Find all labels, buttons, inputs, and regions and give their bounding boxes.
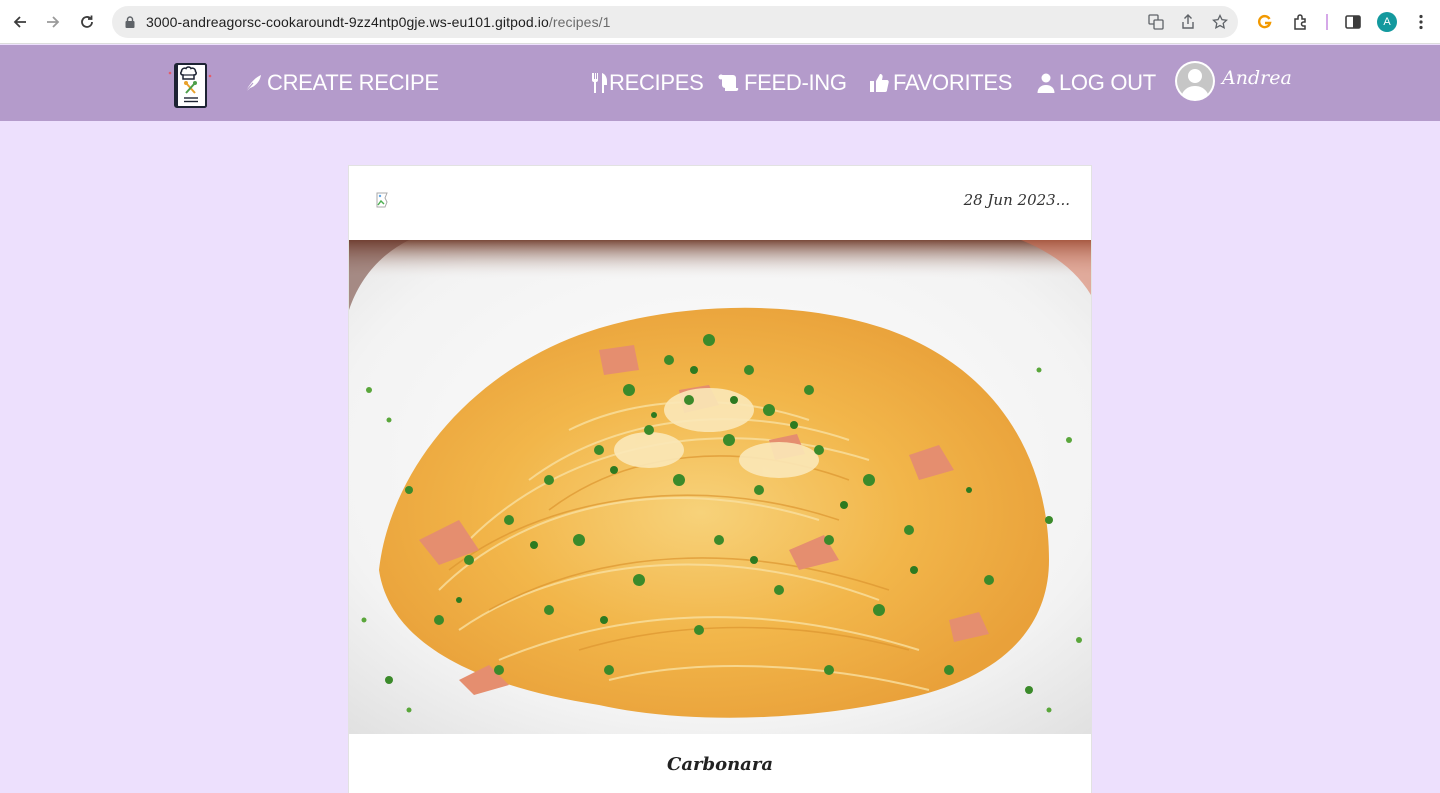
- share-icon[interactable]: [1180, 14, 1196, 30]
- menu-kebab-icon[interactable]: [1411, 12, 1431, 32]
- translate-icon[interactable]: [1148, 14, 1164, 30]
- address-bar[interactable]: 3000-andreagorsc-cookaroundt-9zz4ntp0gje…: [112, 6, 1238, 38]
- nav-log-out-label: LOG OUT: [1059, 70, 1156, 95]
- back-icon[interactable]: [8, 10, 32, 34]
- bookmark-star-icon[interactable]: [1212, 14, 1228, 30]
- nav-create-recipe-label: CREATE RECIPE: [267, 70, 439, 95]
- nav-log-out[interactable]: LOG OUT: [1037, 66, 1156, 100]
- nav-feeding[interactable]: FEED-ING: [718, 66, 847, 100]
- extensions-puzzle-icon[interactable]: [1291, 12, 1311, 32]
- scroll-icon: [718, 73, 740, 93]
- recipe-card: 28 Jun 2023... Carbonara: [348, 165, 1092, 793]
- nav-favorites-label: FAVORITES: [893, 70, 1013, 95]
- nav-recipes[interactable]: RECIPES: [590, 66, 704, 100]
- side-panel-icon[interactable]: [1343, 12, 1363, 32]
- username[interactable]: Andrea: [1222, 67, 1292, 89]
- reload-icon[interactable]: [75, 10, 99, 34]
- feather-icon: [243, 73, 263, 93]
- extension-g-icon[interactable]: [1255, 12, 1275, 32]
- utensils-icon: [590, 72, 608, 94]
- url-path: /recipes/1: [548, 14, 611, 30]
- post-date: 28 Jun 2023...: [963, 191, 1070, 209]
- user-avatar[interactable]: [1175, 61, 1215, 101]
- url-host: 3000-andreagorsc-cookaroundt-9zz4ntp0gje…: [146, 14, 549, 30]
- recipe-image[interactable]: [349, 240, 1091, 734]
- nav-recipes-label: RECIPES: [609, 70, 704, 95]
- thumbs-up-icon: [869, 73, 889, 93]
- site-header: CREATE RECIPE RECIPES FEED-ING FAVORITES…: [0, 45, 1440, 121]
- profile-avatar[interactable]: A: [1377, 12, 1397, 32]
- lock-icon[interactable]: [124, 15, 136, 29]
- user-icon: [1037, 73, 1055, 93]
- nav-favorites[interactable]: FAVORITES: [869, 66, 1012, 100]
- nav-feeding-label: FEED-ING: [744, 70, 847, 95]
- nav-create-recipe[interactable]: CREATE RECIPE: [243, 66, 439, 100]
- forward-icon[interactable]: [41, 10, 65, 34]
- author-avatar-broken-image-icon[interactable]: [376, 192, 394, 208]
- toolbar-separator: [1326, 14, 1328, 30]
- url-text[interactable]: 3000-andreagorsc-cookaroundt-9zz4ntp0gje…: [146, 14, 611, 30]
- recipe-title[interactable]: Carbonara: [349, 754, 1091, 775]
- browser-toolbar: 3000-andreagorsc-cookaroundt-9zz4ntp0gje…: [0, 0, 1440, 44]
- site-logo-icon[interactable]: [167, 61, 213, 109]
